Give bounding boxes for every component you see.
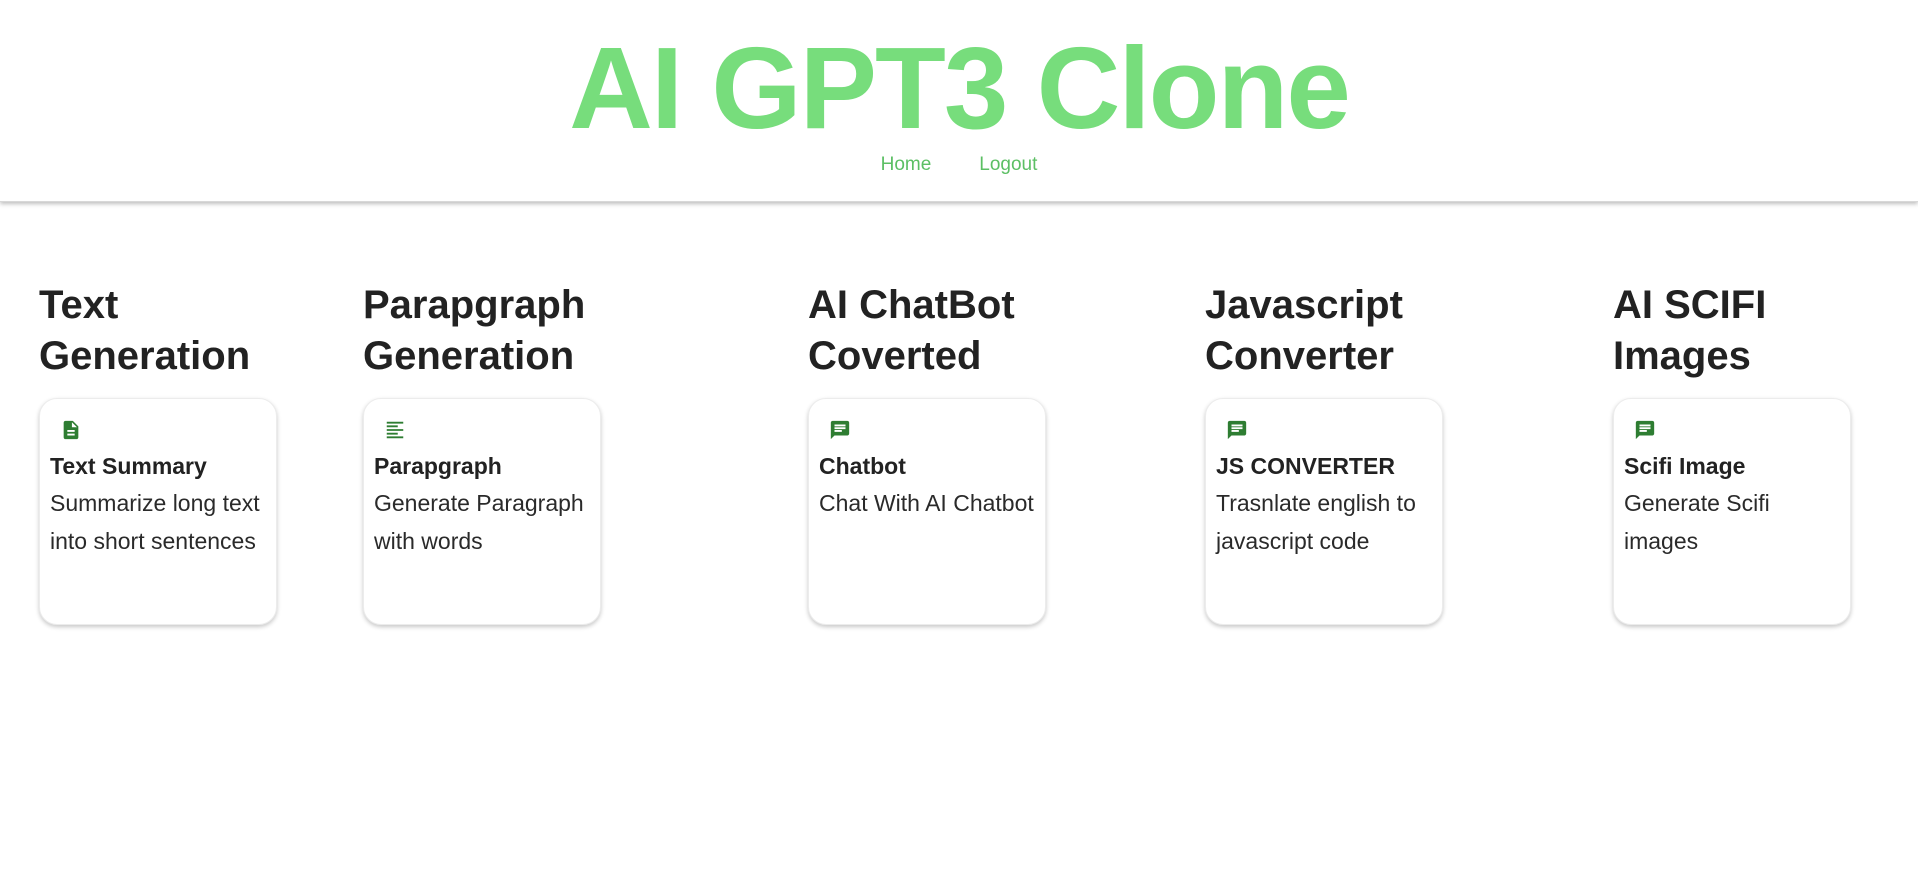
card-title: Scifi Image <box>1624 453 1746 479</box>
section-ai-scifi-images: AI SCIFI Images Scifi Image Generate Sci… <box>1613 280 1873 625</box>
card-title: JS CONVERTER <box>1216 453 1395 479</box>
section-javascript-converter: Javascript Converter JS CONVERTER Trasnl… <box>1205 280 1465 625</box>
card-description: Trasnlate english to javascript code <box>1216 490 1416 554</box>
section-heading: Parapgraph Generation <box>363 283 586 378</box>
chat-icon <box>1227 420 1247 440</box>
section-heading: AI SCIFI Images <box>1613 283 1767 378</box>
app-header: AI GPT3 Clone Home Logout <box>0 0 1918 202</box>
card-js-converter[interactable]: JS CONVERTER Trasnlate english to javasc… <box>1205 398 1443 625</box>
chat-icon <box>830 420 850 440</box>
top-nav: Home Logout <box>0 154 1918 176</box>
card-text-summary[interactable]: Text Summary Summarize long text into sh… <box>39 398 277 625</box>
card-title: Text Summary <box>50 453 207 479</box>
nav-home-link[interactable]: Home <box>881 154 932 176</box>
section-ai-chatbot: AI ChatBot Coverted Chatbot Chat With AI… <box>808 280 1068 625</box>
card-title: Parapgraph <box>374 453 502 479</box>
section-text-generation: Text Generation Text Summary Summarize l… <box>39 280 277 625</box>
notes-icon <box>386 421 404 439</box>
card-scifi-image[interactable]: Scifi Image Generate Scifi images <box>1613 398 1851 625</box>
card-description: Generate Scifi images <box>1624 490 1770 554</box>
section-heading: Text Generation <box>39 283 251 378</box>
nav-logout-link[interactable]: Logout <box>979 154 1037 176</box>
card-description: Chat With AI Chatbot <box>819 490 1034 516</box>
card-description: Generate Paragraph with words <box>374 490 584 554</box>
chat-icon <box>1635 420 1655 440</box>
card-chatbot[interactable]: Chatbot Chat With AI Chatbot <box>808 398 1046 625</box>
card-description: Summarize long text into short sentences <box>50 490 260 554</box>
card-paragraph[interactable]: Parapgraph Generate Paragraph with words <box>363 398 601 625</box>
description-icon <box>63 420 79 440</box>
section-heading: AI ChatBot Coverted <box>808 283 1015 378</box>
section-paragraph-generation: Parapgraph Generation Parapgraph Generat… <box>363 280 623 625</box>
section-heading: Javascript Converter <box>1205 283 1403 378</box>
card-title: Chatbot <box>819 453 906 479</box>
app-title: AI GPT3 Clone <box>569 23 1351 153</box>
